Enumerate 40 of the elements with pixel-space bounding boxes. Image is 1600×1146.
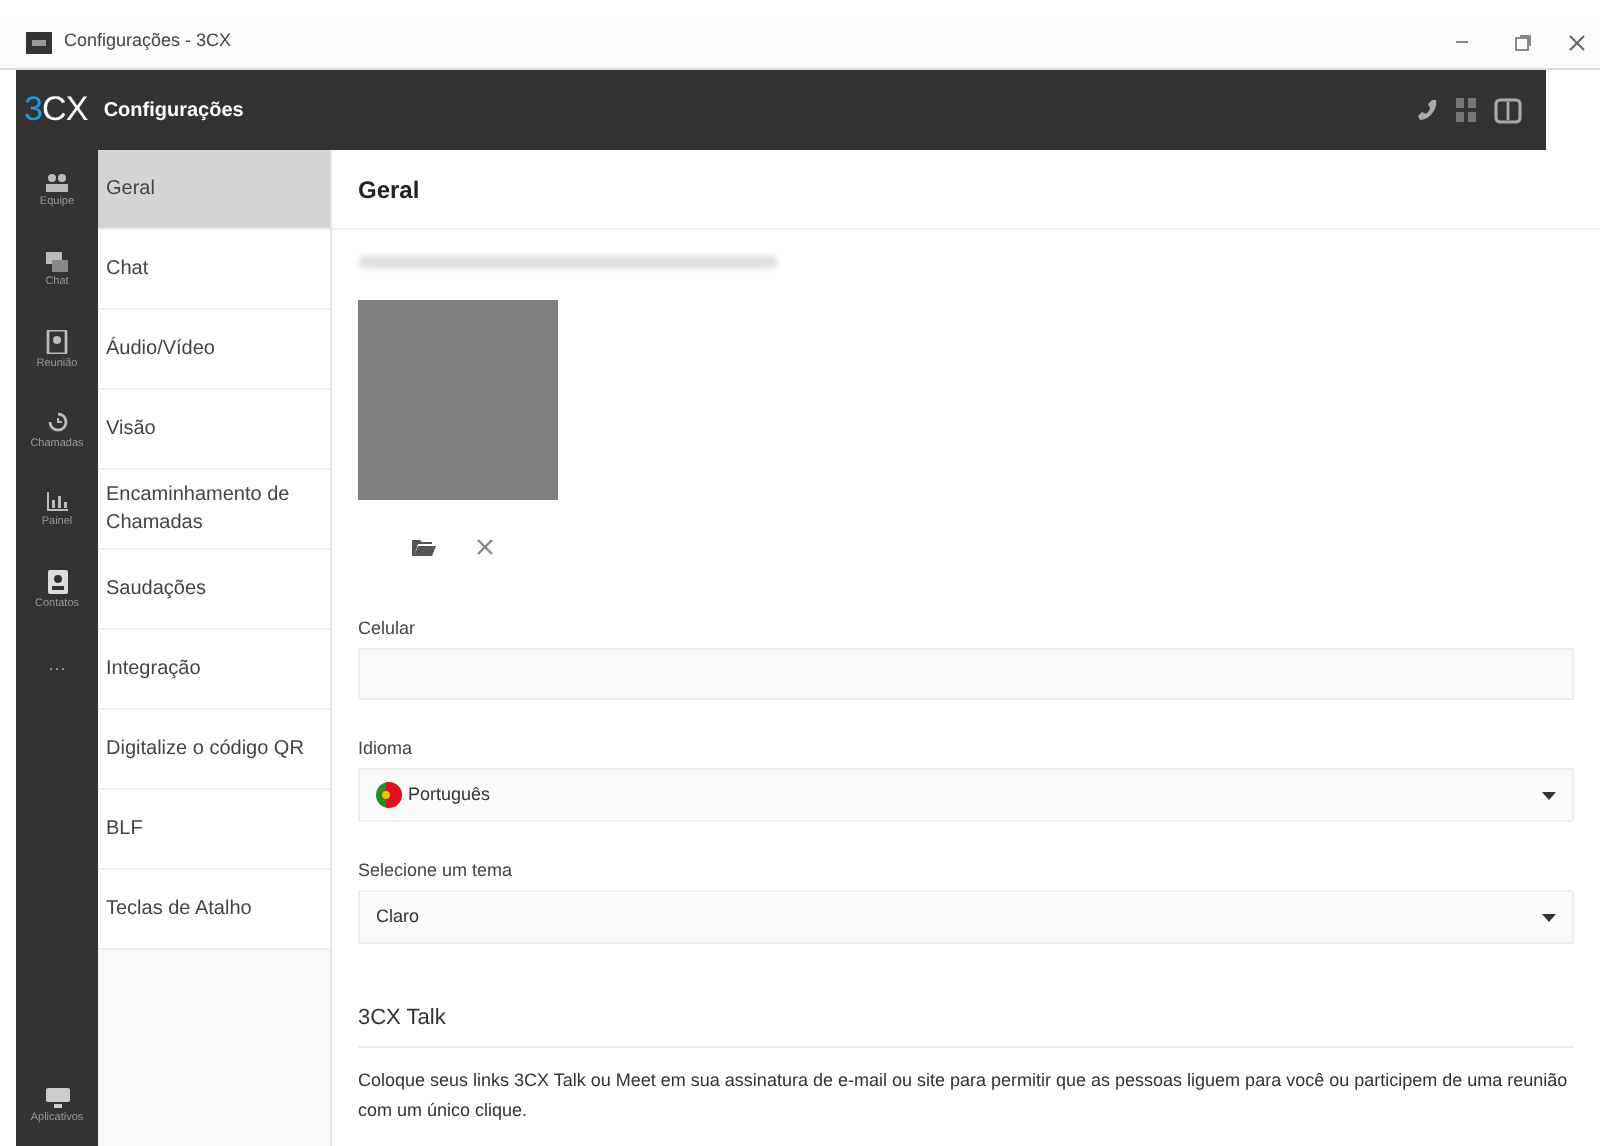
header-title: Configurações	[103, 97, 244, 125]
dropdown[interactable]: Claro	[358, 890, 1574, 944]
chat-icon	[46, 252, 68, 272]
flag-icon	[376, 782, 402, 808]
close-icon[interactable]	[1567, 33, 1585, 51]
nav-item[interactable]: Visão	[98, 390, 330, 470]
nav-item[interactable]: Integração	[98, 630, 330, 710]
nav-item[interactable]: Áudio/Vídeo	[98, 310, 330, 390]
page-title: Geral	[358, 173, 420, 207]
nav-item[interactable]: Saudações	[98, 550, 330, 630]
close-icon[interactable]	[476, 537, 494, 555]
nav-item[interactable]: Digitalize o código QR	[98, 710, 330, 790]
person-card-icon	[46, 330, 68, 354]
window-title: Configurações - 3CX	[64, 28, 232, 55]
book-icon[interactable]	[1494, 97, 1522, 123]
people-icon	[46, 173, 68, 191]
folder-icon[interactable]	[412, 537, 436, 555]
section-title: 3CX Talk	[358, 1002, 1574, 1047]
field-label: Celular	[358, 616, 418, 642]
history-icon	[45, 410, 69, 434]
monitor-icon	[45, 1088, 69, 1108]
contact-icon	[47, 570, 67, 594]
logo: 3CX	[24, 88, 88, 133]
grid-icon[interactable]	[1456, 98, 1478, 122]
caret-icon	[1542, 913, 1556, 921]
dropdown[interactable]: Português	[358, 768, 1574, 822]
section-text: Coloque seus links 3CX Talk ou Meet em sua assinatura de e-mail ou site para permitir que as pessoas liguem para você ou participem de uma reunião com um único clique.	[358, 1067, 1570, 1124]
app-icon	[26, 31, 52, 53]
more-button[interactable]: ···	[16, 630, 98, 710]
phone-icon[interactable]	[1416, 98, 1440, 122]
field-label: Selecione um tema	[358, 858, 515, 884]
nav-item[interactable]: BLF	[98, 790, 330, 870]
caret-icon	[1542, 791, 1556, 799]
nav-item[interactable]: Geral	[98, 150, 330, 230]
nav-item[interactable]: Teclas de Atalho	[98, 870, 330, 950]
nav-item[interactable]: Chat	[98, 230, 330, 310]
restore-icon[interactable]	[1513, 33, 1531, 51]
field-label: Idioma	[358, 736, 415, 762]
bar-chart-icon	[46, 492, 68, 512]
nav-item[interactable]: Encaminhamento de Chamadas	[98, 470, 330, 550]
